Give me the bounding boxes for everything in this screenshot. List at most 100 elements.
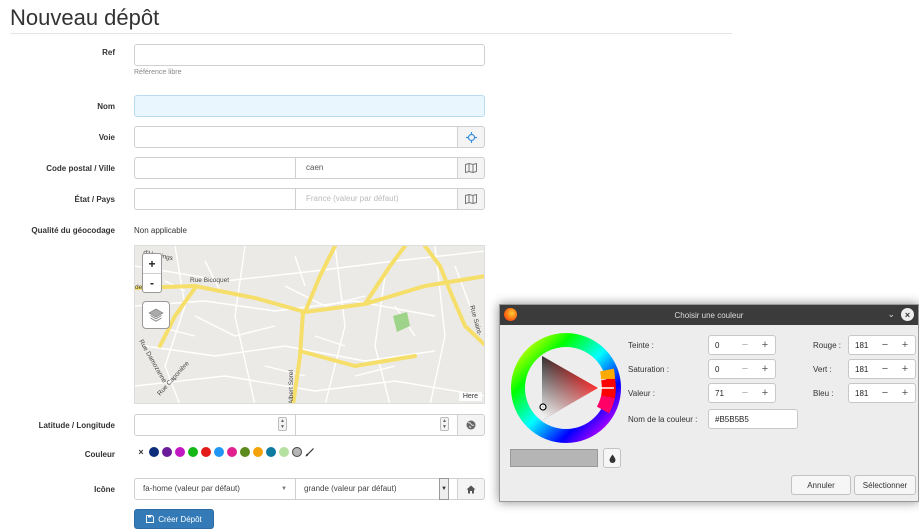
select-button[interactable]: Sélectionner: [854, 475, 916, 495]
layers-button[interactable]: [142, 301, 170, 329]
teinte-label: Teinte :: [628, 341, 654, 350]
color-name-label: Nom de la couleur :: [628, 415, 698, 424]
color-swatch-blue[interactable]: [214, 447, 224, 457]
color-swatch-teal[interactable]: [266, 447, 276, 457]
zoom-out-button[interactable]: -: [143, 273, 161, 292]
color-swatch-green[interactable]: [188, 447, 198, 457]
bleu-value: 181: [855, 388, 869, 398]
caret-down-icon: ▼: [439, 478, 449, 500]
nom-input[interactable]: [134, 95, 485, 117]
cp-map-button[interactable]: [457, 157, 485, 179]
close-icon[interactable]: ×: [901, 308, 914, 321]
rouge-spinbox[interactable]: 181 − +: [848, 335, 916, 355]
latlng-label: Latitude / Longitude: [38, 421, 115, 430]
color-swatches: ×: [136, 447, 314, 457]
latitude-spinner[interactable]: ▲ ▼: [278, 417, 287, 431]
clear-color-icon[interactable]: ×: [136, 447, 146, 457]
vert-label: Vert :: [813, 365, 832, 374]
valeur-label: Valeur :: [628, 389, 655, 398]
zoom-in-button[interactable]: +: [143, 254, 161, 273]
color-wheel[interactable]: [510, 332, 622, 444]
ville-input[interactable]: caen: [295, 157, 458, 179]
saturation-value: 0: [715, 364, 720, 374]
color-swatch-pink[interactable]: [227, 447, 237, 457]
icon-select-value: fa-home (valeur par défaut): [143, 484, 240, 493]
icon-select[interactable]: fa-home (valeur par défaut) ▼: [134, 478, 296, 500]
bleu-spinbox[interactable]: 181 − +: [848, 383, 916, 403]
etat-input[interactable]: [134, 188, 296, 210]
color-swatch-magenta[interactable]: [175, 447, 185, 457]
voie-input[interactable]: [134, 126, 458, 148]
saturation-label: Saturation :: [628, 365, 669, 374]
color-name-input[interactable]: #B5B5B5: [708, 409, 798, 429]
code-postal-input[interactable]: [134, 157, 296, 179]
layers-icon: [148, 308, 164, 322]
map-icon: [465, 194, 477, 204]
voie-label: Voie: [98, 133, 115, 142]
map-view[interactable]: d'Hastings Rue Bicoquet de Vaux Rue Capo…: [134, 245, 485, 404]
valeur-decrement[interactable]: −: [735, 387, 755, 399]
title-divider: [10, 33, 732, 34]
color-chooser-dialog: Choisir une couleur ⌄ × Teinte: 0 − + S…: [499, 304, 919, 502]
vert-spinbox[interactable]: 181 − +: [848, 359, 916, 379]
longitude-input[interactable]: [295, 414, 458, 436]
home-icon: [466, 485, 476, 493]
color-swatch-red[interactable]: [201, 447, 211, 457]
cancel-button[interactable]: Annuler: [791, 475, 851, 495]
bleu-label: Bleu :: [813, 389, 834, 398]
color-swatch-olive[interactable]: [240, 447, 250, 457]
bleu-increment[interactable]: +: [895, 387, 915, 399]
icon-size-value: grande (valeur par défaut): [304, 484, 397, 493]
teinte-increment[interactable]: +: [755, 339, 775, 351]
pays-input[interactable]: France (valeur par défaut): [295, 188, 458, 210]
map-attribution[interactable]: Here: [458, 392, 482, 401]
dialog-titlebar[interactable]: Choisir une couleur ⌄ ×: [500, 305, 918, 325]
rouge-label: Rouge :: [813, 341, 842, 350]
map-icon: [465, 163, 477, 173]
dialog-title: Choisir une couleur: [674, 310, 744, 320]
color-swatch-light-green[interactable]: [279, 447, 289, 457]
ref-input[interactable]: [134, 44, 485, 66]
teinte-spinbox[interactable]: 0 − +: [708, 335, 776, 355]
vert-value: 181: [855, 364, 869, 374]
rouge-decrement[interactable]: −: [875, 339, 895, 351]
bleu-decrement[interactable]: −: [875, 387, 895, 399]
valeur-increment[interactable]: +: [755, 387, 775, 399]
saturation-decrement[interactable]: −: [735, 363, 755, 375]
create-depot-button[interactable]: Créer Dépôt: [134, 509, 214, 529]
locate-button[interactable]: [457, 126, 485, 148]
pays-map-button[interactable]: [457, 188, 485, 210]
svg-text:Albert Sorel: Albert Sorel: [288, 369, 295, 404]
icon-size-select[interactable]: grande (valeur par défaut) ▼: [295, 478, 458, 500]
ref-label: Ref: [102, 48, 115, 57]
map-tiles: d'Hastings Rue Bicoquet de Vaux Rue Capo…: [135, 246, 484, 404]
minimize-icon[interactable]: ⌄: [887, 309, 895, 320]
longitude-spinner[interactable]: ▲ ▼: [440, 417, 449, 431]
brush-icon[interactable]: [305, 447, 314, 457]
latitude-input[interactable]: [134, 414, 296, 436]
zoom-control: + -: [142, 253, 162, 293]
create-depot-label: Créer Dépôt: [158, 514, 202, 524]
valeur-spinbox[interactable]: 71 − +: [708, 383, 776, 403]
color-swatch-orange[interactable]: [253, 447, 263, 457]
icone-label: Icône: [94, 485, 115, 494]
ref-help: Référence libre: [134, 69, 182, 76]
save-icon: [146, 515, 155, 523]
valeur-value: 71: [715, 388, 724, 398]
color-swatch-selected-gray[interactable]: [292, 447, 302, 457]
drop-icon: [609, 454, 615, 463]
geocodage-value: Non applicable: [134, 226, 187, 235]
saturation-increment[interactable]: +: [755, 363, 775, 375]
color-swatch-purple[interactable]: [162, 447, 172, 457]
caret-down-icon: ▼: [281, 486, 287, 492]
vert-increment[interactable]: +: [895, 363, 915, 375]
color-swatch-navy[interactable]: [149, 447, 159, 457]
globe-button[interactable]: [457, 414, 485, 436]
teinte-decrement[interactable]: −: [735, 339, 755, 351]
vert-decrement[interactable]: −: [875, 363, 895, 375]
globe-icon: [466, 420, 476, 430]
saturation-spinbox[interactable]: 0 − +: [708, 359, 776, 379]
rouge-increment[interactable]: +: [895, 339, 915, 351]
couleur-label: Couleur: [84, 450, 115, 459]
eyedropper-button[interactable]: [603, 448, 621, 468]
